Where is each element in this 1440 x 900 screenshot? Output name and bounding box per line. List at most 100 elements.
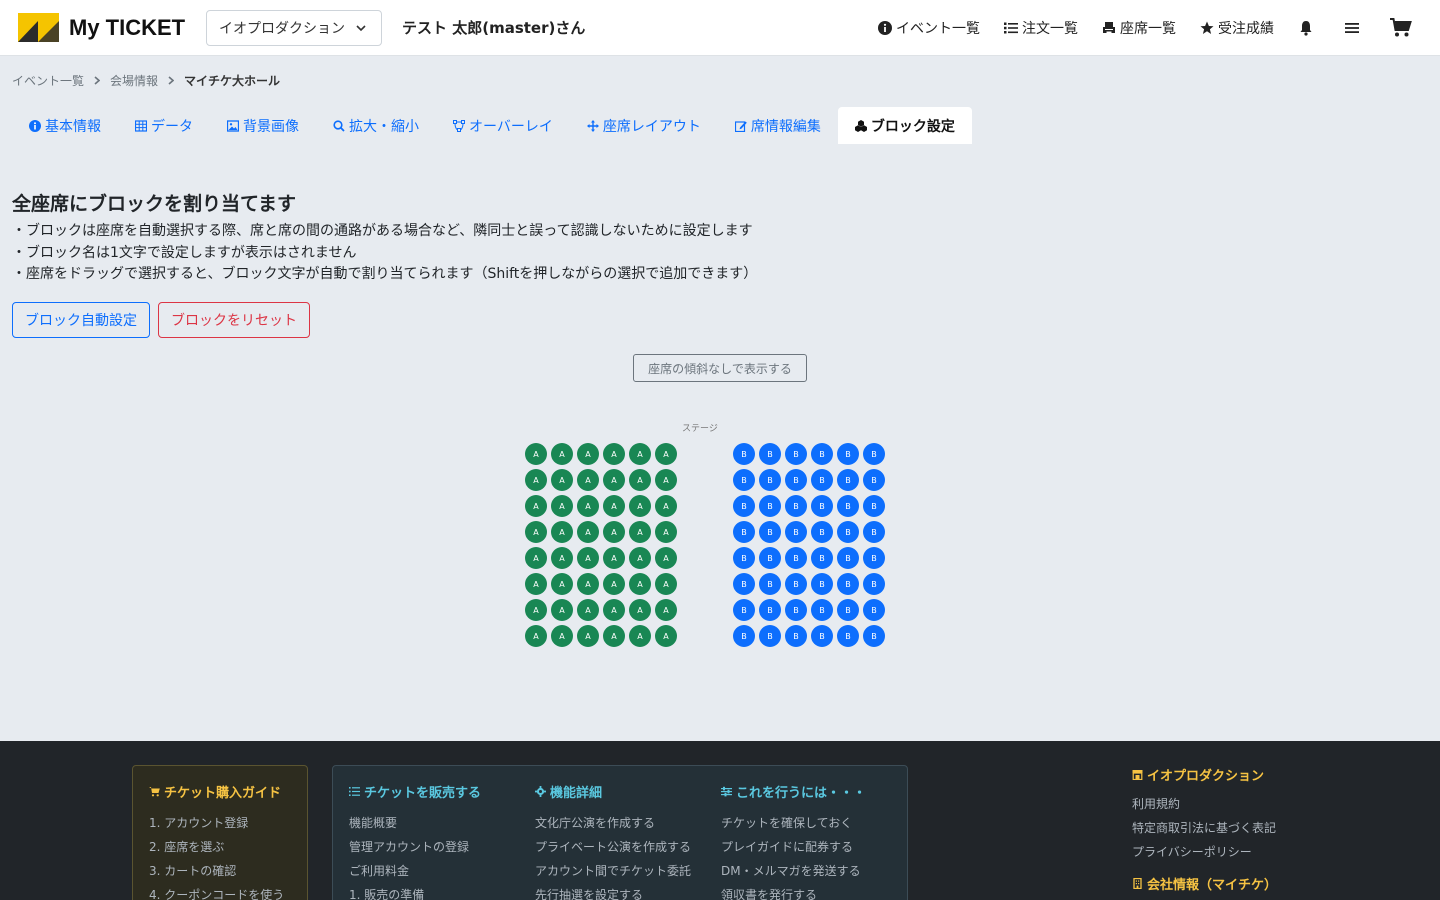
seat[interactable]: A bbox=[577, 521, 599, 543]
seat[interactable]: B bbox=[733, 495, 755, 517]
footer-link[interactable]: 3. カートの確認 bbox=[149, 859, 291, 883]
seat[interactable]: B bbox=[785, 573, 807, 595]
seat[interactable]: B bbox=[785, 547, 807, 569]
footer-link[interactable]: 領収書を発行する bbox=[721, 883, 866, 900]
seat[interactable]: A bbox=[629, 573, 651, 595]
seat[interactable]: A bbox=[525, 521, 547, 543]
seat[interactable]: A bbox=[603, 495, 625, 517]
seat[interactable]: A bbox=[603, 469, 625, 491]
footer-link[interactable]: 2. 座席を選ぶ bbox=[149, 835, 291, 859]
seat[interactable]: A bbox=[577, 573, 599, 595]
breadcrumb-item-venue[interactable]: 会場情報 bbox=[110, 72, 158, 89]
footer-link[interactable]: 文化庁公演を作成する bbox=[535, 811, 691, 835]
seat-block-b[interactable]: BBBBBBBBBBBBBBBBBBBBBBBBBBBBBBBBBBBBBBBB… bbox=[733, 443, 885, 647]
seat[interactable]: B bbox=[811, 495, 833, 517]
seat[interactable]: A bbox=[577, 469, 599, 491]
seat[interactable]: A bbox=[603, 573, 625, 595]
footer-link[interactable]: チケットを確保しておく bbox=[721, 811, 866, 835]
seat[interactable]: B bbox=[759, 547, 781, 569]
seat[interactable]: A bbox=[655, 521, 677, 543]
seat[interactable]: A bbox=[551, 573, 573, 595]
seat[interactable]: A bbox=[629, 469, 651, 491]
auto-block-button[interactable]: ブロック自動設定 bbox=[12, 302, 150, 338]
seat[interactable]: A bbox=[577, 495, 599, 517]
seat[interactable]: B bbox=[837, 599, 859, 621]
seat[interactable]: B bbox=[863, 443, 885, 465]
tab-seat-info-edit[interactable]: 席情報編集 bbox=[718, 107, 838, 144]
menu-button[interactable] bbox=[1344, 20, 1360, 36]
footer-link[interactable]: 利用規約 bbox=[1132, 792, 1277, 816]
tab-overlay[interactable]: オーバーレイ bbox=[436, 107, 570, 144]
seat[interactable]: A bbox=[551, 625, 573, 647]
footer-link[interactable]: 管理アカウントの登録 bbox=[349, 835, 481, 859]
seat[interactable]: B bbox=[863, 521, 885, 543]
seat[interactable]: A bbox=[525, 443, 547, 465]
seat[interactable]: B bbox=[811, 547, 833, 569]
seat[interactable]: B bbox=[759, 495, 781, 517]
seat[interactable]: B bbox=[863, 625, 885, 647]
seat[interactable]: A bbox=[603, 521, 625, 543]
seat[interactable]: B bbox=[837, 443, 859, 465]
seat[interactable]: B bbox=[837, 521, 859, 543]
breadcrumb-item-events[interactable]: イベント一覧 bbox=[12, 72, 84, 89]
seat[interactable]: B bbox=[785, 469, 807, 491]
seat[interactable]: A bbox=[655, 469, 677, 491]
seat[interactable]: B bbox=[863, 469, 885, 491]
seat[interactable]: A bbox=[577, 599, 599, 621]
seat[interactable]: B bbox=[785, 625, 807, 647]
seat[interactable]: A bbox=[629, 443, 651, 465]
seat[interactable]: B bbox=[733, 443, 755, 465]
seat[interactable]: A bbox=[655, 625, 677, 647]
footer-link[interactable]: 1. 販売の準備 bbox=[349, 883, 481, 900]
nav-results[interactable]: 受注成績 bbox=[1200, 18, 1274, 38]
footer-link[interactable]: DM・メルマガを発送する bbox=[721, 859, 866, 883]
seat[interactable]: B bbox=[811, 469, 833, 491]
footer-link[interactable]: プライバシーポリシー bbox=[1132, 840, 1277, 864]
tab-basic-info[interactable]: 基本情報 bbox=[12, 107, 118, 144]
toggle-tilt-button[interactable]: 座席の傾斜なしで表示する bbox=[633, 354, 807, 382]
seat[interactable]: B bbox=[759, 625, 781, 647]
seat[interactable]: A bbox=[655, 443, 677, 465]
footer-link[interactable]: プレイガイドに配券する bbox=[721, 835, 866, 859]
footer-link[interactable]: 1. アカウント登録 bbox=[149, 811, 291, 835]
footer-link[interactable]: アカウント間でチケット委託 bbox=[535, 859, 691, 883]
tab-block-settings[interactable]: ブロック設定 bbox=[837, 107, 972, 144]
seat[interactable]: B bbox=[759, 599, 781, 621]
seat[interactable]: A bbox=[551, 443, 573, 465]
seat[interactable]: A bbox=[629, 547, 651, 569]
seat[interactable]: B bbox=[785, 495, 807, 517]
organization-select[interactable]: イオプロダクション bbox=[206, 10, 382, 46]
seat[interactable]: B bbox=[811, 625, 833, 647]
footer-link[interactable]: 特定商取引法に基づく表記 bbox=[1132, 816, 1277, 840]
seat[interactable]: A bbox=[525, 469, 547, 491]
seat[interactable]: A bbox=[655, 495, 677, 517]
seat[interactable]: A bbox=[525, 495, 547, 517]
seat[interactable]: B bbox=[863, 547, 885, 569]
seat[interactable]: A bbox=[603, 625, 625, 647]
seat[interactable]: B bbox=[733, 547, 755, 569]
seat[interactable]: A bbox=[551, 547, 573, 569]
seat[interactable]: A bbox=[525, 573, 547, 595]
seat[interactable]: A bbox=[655, 573, 677, 595]
seat[interactable]: B bbox=[785, 443, 807, 465]
seat[interactable]: B bbox=[837, 625, 859, 647]
seat[interactable]: B bbox=[759, 521, 781, 543]
seat[interactable]: B bbox=[837, 547, 859, 569]
seat[interactable]: B bbox=[811, 573, 833, 595]
tab-zoom[interactable]: 拡大・縮小 bbox=[316, 107, 436, 144]
seat[interactable]: B bbox=[733, 625, 755, 647]
seat[interactable]: A bbox=[577, 547, 599, 569]
seat[interactable]: A bbox=[525, 625, 547, 647]
seat[interactable]: B bbox=[863, 573, 885, 595]
seat[interactable]: B bbox=[759, 469, 781, 491]
seat[interactable]: A bbox=[629, 495, 651, 517]
seat-block-a[interactable]: AAAAAAAAAAAAAAAAAAAAAAAAAAAAAAAAAAAAAAAA… bbox=[525, 443, 677, 647]
seat[interactable]: B bbox=[863, 495, 885, 517]
footer-link[interactable]: 機能概要 bbox=[349, 811, 481, 835]
seat[interactable]: A bbox=[603, 547, 625, 569]
nav-orders[interactable]: 注文一覧 bbox=[1004, 18, 1078, 38]
tab-data[interactable]: データ bbox=[118, 107, 210, 144]
nav-events[interactable]: イベント一覧 bbox=[878, 18, 980, 38]
seat[interactable]: A bbox=[551, 495, 573, 517]
seat[interactable]: A bbox=[629, 599, 651, 621]
